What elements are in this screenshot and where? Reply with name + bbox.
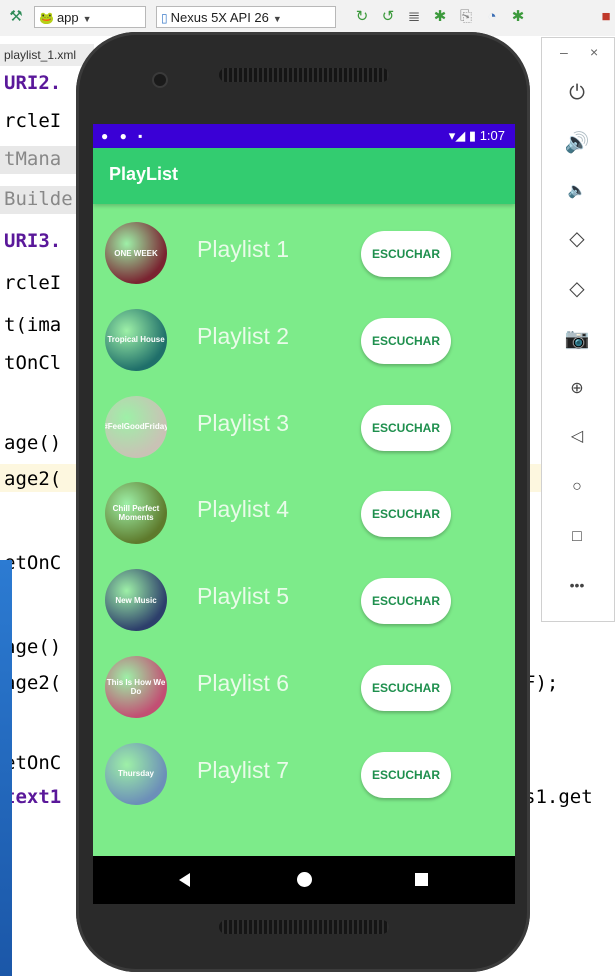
nav-home-icon[interactable] bbox=[297, 872, 312, 887]
minimize-icon[interactable]: – bbox=[560, 44, 568, 60]
device-select[interactable]: ▯ Nexus 5X API 26 ▼ bbox=[156, 6, 336, 28]
chevron-down-icon: ▼ bbox=[272, 14, 282, 24]
playlist-title: Playlist 5 bbox=[197, 583, 290, 610]
run-config-label: app bbox=[56, 10, 79, 25]
camera-icon[interactable]: 📷 bbox=[564, 326, 590, 352]
more-icon[interactable]: ••• bbox=[564, 572, 590, 598]
code-line: age2( bbox=[4, 468, 62, 490]
listen-button[interactable]: ESCUCHAR bbox=[361, 231, 451, 277]
playlist-cover-image: This Is How We Do bbox=[105, 656, 167, 718]
code-line: URI3. bbox=[4, 230, 62, 252]
android-icon: 🐸 bbox=[39, 11, 54, 25]
code-line: rcleI bbox=[4, 272, 62, 294]
status-time: 1:07 bbox=[479, 128, 505, 143]
playlist-cover-image: ONE WEEK bbox=[105, 222, 167, 284]
playlist-title: Playlist 3 bbox=[197, 409, 290, 436]
playlist-cover-image: Chill Perfect Moments bbox=[105, 482, 167, 545]
app-title: PlayList bbox=[109, 164, 179, 184]
power-icon[interactable]: ⏻ bbox=[564, 80, 590, 106]
playlist-cover-image: Thursday bbox=[105, 742, 167, 805]
list-icon[interactable]: ≣ bbox=[404, 7, 424, 27]
rotate-right-icon[interactable]: ◇ bbox=[564, 276, 590, 302]
code-line: age() bbox=[4, 636, 62, 658]
playlist-title: Playlist 4 bbox=[197, 496, 290, 523]
close-icon[interactable]: × bbox=[590, 44, 598, 60]
phone-frame: ● ● ▪ ▾◢ ▮ 1:07 PlayList ONE WEEK Playlis… bbox=[76, 32, 530, 972]
code-line: Builde bbox=[4, 188, 73, 210]
chevron-down-icon: ▼ bbox=[82, 14, 92, 24]
attach-icon[interactable]: ⎘ bbox=[456, 7, 476, 27]
volume-up-icon[interactable]: 🔊 bbox=[564, 130, 590, 156]
editor-file-tab[interactable]: playlist_1.xml bbox=[0, 44, 94, 66]
overview-icon[interactable]: □ bbox=[564, 524, 590, 550]
apply-code-icon[interactable]: ↺ bbox=[378, 7, 398, 27]
code-line: etOnC bbox=[4, 552, 62, 574]
listen-button[interactable]: ESCUCHAR bbox=[361, 491, 451, 538]
playlist-row: This Is How We Do Playlist 6 ESCUCHAR bbox=[93, 644, 515, 730]
playlist-row: Chill Perfect Moments Playlist 4 ESCUCHAR bbox=[93, 470, 515, 556]
status-bar: ● ● ▪ ▾◢ ▮ 1:07 bbox=[93, 124, 515, 148]
emulator-controls-panel: – × ⏻ 🔊 🔈 ◇ ◇ 📷 ⊕ ◁ ○ □ ••• bbox=[541, 37, 615, 622]
device-icon: ▯ bbox=[161, 11, 168, 25]
top-speaker bbox=[219, 68, 389, 82]
volume-down-icon[interactable]: 🔈 bbox=[564, 178, 590, 204]
ide-left-strip bbox=[0, 560, 12, 976]
stop-icon[interactable]: ■ bbox=[596, 7, 615, 27]
debug-icon[interactable]: ✱ bbox=[430, 7, 450, 27]
playlist-title: Playlist 1 bbox=[197, 236, 290, 262]
code-fragment: s1.get bbox=[524, 786, 593, 808]
rotate-left-icon[interactable]: ◇ bbox=[564, 226, 590, 252]
playlist-cover-image: Tropical House bbox=[105, 308, 167, 371]
listen-button[interactable]: ESCUCHAR bbox=[361, 578, 451, 625]
navigation-bar bbox=[93, 856, 515, 904]
listen-button[interactable]: ESCUCHAR bbox=[361, 317, 451, 364]
playlist-row: ONE WEEK Playlist 1 ESCUCHAR bbox=[93, 210, 515, 296]
run-config-select[interactable]: 🐸 app ▼ bbox=[34, 6, 146, 28]
status-right: ▾◢ ▮ 1:07 bbox=[448, 128, 505, 143]
apply-changes-icon[interactable]: ↻ bbox=[352, 7, 372, 27]
phone-screen: ● ● ▪ ▾◢ ▮ 1:07 PlayList ONE WEEK Playlis… bbox=[93, 124, 515, 904]
playlist-cover-image: #FeelGoodFriday bbox=[105, 395, 167, 458]
playlist-row: Thursday Playlist 7 ESCUCHAR bbox=[93, 731, 515, 817]
listen-button[interactable]: ESCUCHAR bbox=[361, 665, 451, 711]
playlist-row: Tropical House Playlist 2 ESCUCHAR bbox=[93, 297, 515, 383]
listen-button[interactable]: ESCUCHAR bbox=[361, 751, 451, 798]
back-icon[interactable]: ◁ bbox=[564, 424, 590, 450]
code-line: age2( bbox=[4, 672, 62, 694]
device-label: Nexus 5X API 26 bbox=[170, 10, 269, 25]
home-icon[interactable]: ○ bbox=[564, 474, 590, 500]
playlist-title: Playlist 6 bbox=[197, 670, 290, 696]
app-bar: PlayList bbox=[93, 148, 515, 204]
code-line: tMana bbox=[4, 148, 62, 170]
code-line: text1 bbox=[4, 786, 62, 808]
playlist-row: New Music Playlist 5 ESCUCHAR bbox=[93, 557, 515, 643]
zoom-icon[interactable]: ⊕ bbox=[564, 376, 590, 402]
nav-recent-icon[interactable] bbox=[415, 873, 428, 886]
notification-icons: ● ● ▪ bbox=[101, 129, 147, 143]
code-line: t(ima bbox=[4, 314, 62, 336]
playlist-cover-image: New Music bbox=[105, 569, 167, 632]
playlist-row: #FeelGoodFriday Playlist 3 ESCUCHAR bbox=[93, 384, 515, 470]
run-icon[interactable]: ✱ bbox=[508, 7, 528, 27]
code-line: etOnC bbox=[4, 752, 62, 774]
playlist-title: Playlist 7 bbox=[197, 756, 290, 783]
code-line: URI2. bbox=[4, 72, 62, 94]
front-camera-icon bbox=[152, 72, 168, 88]
playlist-title: Playlist 2 bbox=[197, 322, 290, 349]
nav-back-icon[interactable] bbox=[179, 873, 190, 887]
profile-icon[interactable]: ◔ bbox=[482, 7, 502, 27]
hammer-icon[interactable]: ⚒ bbox=[6, 7, 26, 27]
listen-button[interactable]: ESCUCHAR bbox=[361, 404, 451, 451]
code-line: age() bbox=[4, 432, 62, 454]
code-line: rcleI bbox=[4, 110, 62, 132]
bottom-speaker bbox=[219, 920, 389, 934]
code-line: tOnCl bbox=[4, 352, 62, 374]
